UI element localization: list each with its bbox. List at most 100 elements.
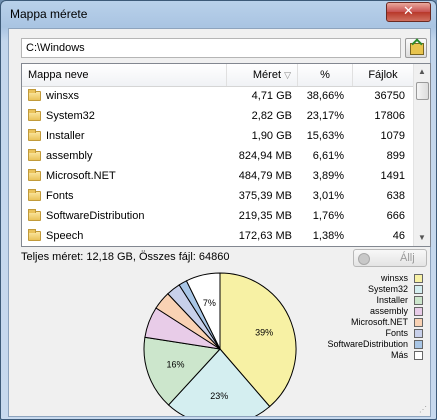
legend-item: Fonts (327, 328, 423, 339)
folder-icon (28, 209, 41, 221)
table-row[interactable]: assembly 824,94 MB 6,61% 899 (22, 148, 414, 165)
scroll-up-icon[interactable]: ▲ (414, 64, 430, 80)
folder-icon (28, 109, 41, 121)
table-row[interactable]: Microsoft.NET 484,79 MB 3,89% 1491 (22, 168, 414, 185)
legend-item: Installer (327, 295, 423, 306)
folder-icon (28, 169, 41, 181)
pie-data-label: 7% (203, 298, 216, 308)
folder-icon (28, 149, 41, 161)
folder-name: assembly (46, 150, 93, 162)
legend-swatch (414, 329, 423, 338)
legend-label: winsxs (380, 273, 408, 283)
close-button[interactable]: ✕ (386, 2, 431, 22)
legend-swatch (414, 274, 423, 283)
client-area: C:\Windows Mappa neve Méret ▽ % Fájlok w… (8, 28, 431, 420)
legend-label: Más (390, 350, 408, 360)
folder-icon (28, 229, 41, 241)
folder-name: Fonts (46, 190, 74, 202)
legend-swatch (414, 318, 423, 327)
browse-folder-button[interactable] (405, 38, 427, 58)
legend-swatch (414, 307, 423, 316)
folder-percent: 15,63% (306, 130, 344, 142)
path-bar: C:\Windows (21, 38, 429, 58)
folder-percent: 3,01% (312, 190, 344, 202)
column-header-percent[interactable]: % (298, 64, 353, 86)
column-header-size[interactable]: Méret ▽ (227, 64, 298, 86)
legend-item: Microsoft.NET (327, 317, 423, 328)
status-text: Teljes méret: 12,18 GB, Összes fájl: 648… (21, 251, 230, 263)
table-row[interactable]: System32 2,82 GB 23,17% 17806 (22, 108, 414, 125)
table-row[interactable]: Speech 172,63 MB 1,38% 46 (22, 228, 414, 245)
folder-percent: 23,17% (306, 110, 344, 122)
stop-label: Állj (400, 252, 415, 264)
folder-name: Microsoft.NET (46, 170, 116, 182)
folder-size: 4,71 GB (251, 90, 292, 102)
status-bar: Teljes méret: 12,18 GB, Összes fájl: 648… (21, 249, 429, 267)
table-row[interactable]: Installer 1,90 GB 15,63% 1079 (22, 128, 414, 145)
legend-item: Más (327, 350, 423, 361)
legend-label: Fonts (385, 328, 408, 338)
legend-swatch (414, 340, 423, 349)
scroll-thumb[interactable] (416, 82, 429, 100)
folder-size: 172,63 MB (238, 230, 292, 242)
chart-legend: winsxs System32 Installer assembly Microsoft… (327, 273, 423, 361)
stop-icon (358, 253, 370, 265)
legend-item: SoftwareDistribution (327, 339, 423, 350)
legend-label: Microsoft.NET (350, 317, 408, 327)
folder-size: 484,79 MB (238, 170, 292, 182)
scroll-down-icon[interactable]: ▼ (414, 230, 430, 246)
folder-files: 17806 (374, 110, 405, 122)
folder-percent: 1,38% (312, 230, 344, 242)
table-row[interactable]: SoftwareDistribution 219,35 MB 1,76% 666 (22, 208, 414, 225)
folder-name: SoftwareDistribution (46, 210, 145, 222)
folder-size: 375,39 MB (238, 190, 292, 202)
pie-data-label: 16% (167, 360, 185, 370)
close-icon: ✕ (403, 4, 414, 19)
pie-chart-area: 39% 23% 16% 7% winsxs System32 Installer assem… (21, 271, 429, 420)
folder-table: Mappa neve Méret ▽ % Fájlok winsxs 4,71 G… (21, 63, 431, 247)
table-header: Mappa neve Méret ▽ % Fájlok (22, 64, 414, 87)
folder-files: 1491 (380, 170, 405, 182)
legend-item: winsxs (327, 273, 423, 284)
title-bar[interactable]: Mappa mérete ✕ (1, 1, 436, 27)
folder-files: 1079 (380, 130, 405, 142)
app-window: Mappa mérete ✕ C:\Windows Mappa neve Mér… (0, 0, 437, 420)
folder-percent: 3,89% (312, 170, 344, 182)
window-title: Mappa mérete (10, 7, 88, 21)
column-size-label: Méret (252, 69, 282, 81)
stop-button[interactable]: Állj (353, 249, 427, 267)
folder-icon (28, 129, 41, 141)
folder-up-icon (410, 43, 424, 55)
sort-descending-icon: ▽ (284, 70, 291, 80)
legend-label: assembly (369, 306, 408, 316)
vertical-scrollbar[interactable]: ▲ ▼ (413, 64, 430, 246)
folder-percent: 1,76% (312, 210, 344, 222)
folder-files: 46 (392, 230, 405, 242)
table-row[interactable]: Fonts 375,39 MB 3,01% 638 (22, 188, 414, 205)
folder-files: 899 (386, 150, 405, 162)
folder-size: 219,35 MB (238, 210, 292, 222)
column-header-name[interactable]: Mappa neve (22, 64, 227, 86)
legend-swatch (414, 285, 423, 294)
legend-swatch (414, 296, 423, 305)
legend-swatch (414, 351, 423, 360)
folder-files: 36750 (374, 90, 405, 102)
column-header-files[interactable]: Fájlok (353, 64, 414, 86)
folder-size: 1,90 GB (251, 130, 292, 142)
folder-size: 2,82 GB (251, 110, 292, 122)
resize-grip-icon[interactable]: ⋰ (419, 405, 429, 415)
folder-percent: 6,61% (312, 150, 344, 162)
pie-data-label: 39% (255, 328, 273, 338)
folder-files: 638 (386, 190, 405, 202)
legend-label: SoftwareDistribution (327, 339, 408, 349)
legend-label: System32 (367, 284, 408, 294)
folder-percent: 38,66% (306, 90, 344, 102)
legend-item: System32 (327, 284, 423, 295)
path-field[interactable]: C:\Windows (21, 38, 401, 58)
table-row[interactable]: winsxs 4,71 GB 38,66% 36750 (22, 88, 414, 105)
folder-icon (28, 189, 41, 201)
folder-name: System32 (46, 110, 95, 122)
folder-size: 824,94 MB (238, 150, 292, 162)
pie-data-label: 23% (210, 391, 228, 401)
folder-files: 666 (386, 210, 405, 222)
